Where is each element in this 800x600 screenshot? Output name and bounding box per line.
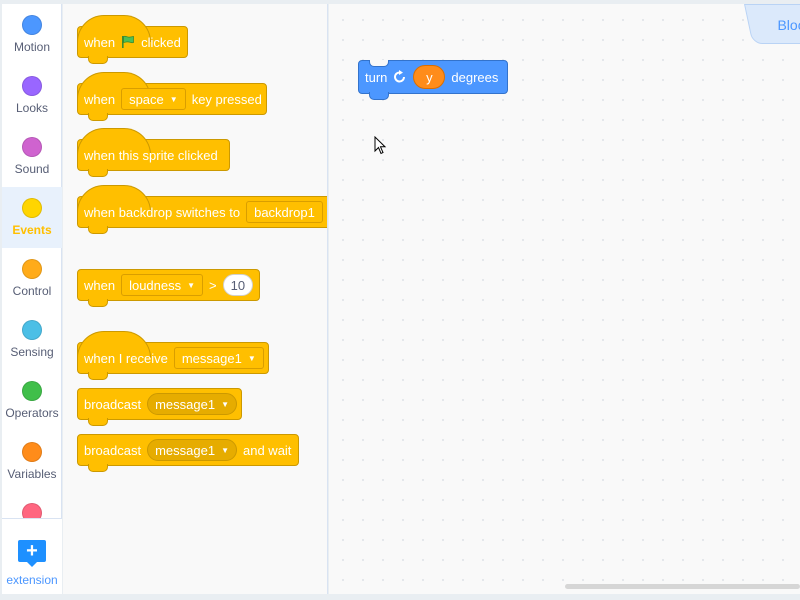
category-operators[interactable]: Operators <box>2 370 62 431</box>
dropdown-arrow-icon: ▼ <box>221 445 229 455</box>
category-label: Looks <box>15 101 49 115</box>
category-label: Events <box>12 223 52 237</box>
block-text-key-pressed: key pressed <box>191 91 262 107</box>
broadcast-block[interactable]: broadcast message1 ▼ <box>77 388 242 426</box>
dropdown-arrow-icon: ▼ <box>221 399 229 409</box>
category-sensing[interactable]: Sensing <box>2 309 62 370</box>
key-dropdown[interactable]: space ▼ <box>121 88 186 110</box>
broadcast-wait-message-dropdown[interactable]: message1 ▼ <box>147 439 237 461</box>
category-events[interactable]: Events <box>2 187 62 248</box>
category-label: Sound <box>14 162 50 176</box>
category-variables-icon <box>22 442 42 462</box>
category-more[interactable] <box>2 492 62 518</box>
category-motion-icon <box>22 15 42 35</box>
block-text-degrees: degrees <box>451 69 499 85</box>
category-sidebar: Motion Looks Sound Events Control Sensing Oper… <box>2 4 62 594</box>
category-list: Motion Looks Sound Events Control Sensing Oper… <box>2 4 62 518</box>
category-label: Operators <box>5 406 59 420</box>
block-text-broadcast: broadcast <box>84 442 142 458</box>
category-sound[interactable]: Sound <box>2 126 62 187</box>
block-text-when: when <box>84 277 116 293</box>
greater-than-operator: > <box>209 277 217 293</box>
when-backdrop-switches-block[interactable]: when backdrop switches to backdrop1 <box>77 185 327 234</box>
message-dropdown-value: message1 <box>181 350 242 366</box>
when-flag-clicked-block[interactable]: when clicked <box>77 15 188 64</box>
category-variables[interactable]: Variables <box>2 431 62 492</box>
block-text-when: when <box>84 34 116 50</box>
backdrop-dropdown-value: backdrop1 <box>254 204 315 220</box>
category-label: Control <box>12 284 52 298</box>
block-text-and-wait: and wait <box>243 442 292 458</box>
variable-reporter-y[interactable]: y <box>413 65 446 89</box>
dropdown-arrow-icon: ▼ <box>247 353 256 363</box>
turn-degrees-block[interactable]: turn y degrees <box>358 60 508 100</box>
block-text-clicked: clicked <box>141 34 181 50</box>
when-i-receive-block[interactable]: when I receive message1 ▼ <box>77 331 269 380</box>
extension-label: extension <box>6 573 58 587</box>
broadcast-message-dropdown[interactable]: message1 ▼ <box>147 393 237 415</box>
category-looks-icon <box>22 76 42 96</box>
threshold-input[interactable]: 10 <box>222 274 253 296</box>
category-more-icon <box>22 503 42 518</box>
dropdown-arrow-icon: ▼ <box>187 280 196 290</box>
broadcast-and-wait-block[interactable]: broadcast message1 ▼ and wait <box>77 434 299 472</box>
category-label: Sensing <box>10 345 54 359</box>
dropdown-arrow-icon: ▼ <box>169 94 178 104</box>
category-looks[interactable]: Looks <box>2 65 62 126</box>
category-motion[interactable]: Motion <box>2 4 62 65</box>
block-text-when-i-receive: when I receive <box>84 350 168 366</box>
mouse-cursor-icon <box>374 136 387 155</box>
rotate-clockwise-icon <box>394 70 406 83</box>
extension-button[interactable]: + extension <box>2 518 62 594</box>
backdrop-dropdown[interactable]: backdrop1 <box>246 201 323 223</box>
when-sprite-clicked-block[interactable]: when this sprite clicked <box>77 128 230 177</box>
category-label: Motion <box>13 40 51 54</box>
when-key-pressed-block[interactable]: when space ▼ key pressed <box>77 72 267 121</box>
category-control[interactable]: Control <box>2 248 62 309</box>
key-dropdown-value: space <box>129 91 164 107</box>
add-extension-icon: + <box>18 540 46 567</box>
message-dropdown[interactable]: message1 ▼ <box>173 347 264 369</box>
category-sound-icon <box>22 137 42 157</box>
editor-app: Motion Looks Sound Events Control Sensing Oper… <box>0 0 800 600</box>
block-text-broadcast: broadcast <box>84 396 142 412</box>
block-palette: when clicked when space ▼ key pressed whe… <box>63 4 328 594</box>
category-sensing-icon <box>22 320 42 340</box>
block-text-backdrop-switches: when backdrop switches to <box>84 204 241 220</box>
sensor-dropdown-value: loudness <box>129 277 182 293</box>
green-flag-icon <box>122 35 134 48</box>
when-loudness-greater-block[interactable]: when loudness ▼ > 10 <box>77 269 260 307</box>
blocks-tab-label: Blocks <box>777 17 800 33</box>
sensor-dropdown[interactable]: loudness ▼ <box>121 274 204 296</box>
broadcast-wait-message-value: message1 <box>155 442 216 458</box>
block-text-turn: turn <box>365 69 388 85</box>
category-label: Variables <box>7 467 57 481</box>
broadcast-message-value: message1 <box>155 396 216 412</box>
block-text-sprite-clicked: when this sprite clicked <box>84 147 218 163</box>
block-text-when: when <box>84 91 116 107</box>
category-control-icon <box>22 259 42 279</box>
blocks-tab[interactable]: Blocks <box>744 4 800 44</box>
category-operators-icon <box>22 381 42 401</box>
category-events-icon <box>22 198 42 218</box>
horizontal-scrollbar[interactable] <box>565 584 800 589</box>
